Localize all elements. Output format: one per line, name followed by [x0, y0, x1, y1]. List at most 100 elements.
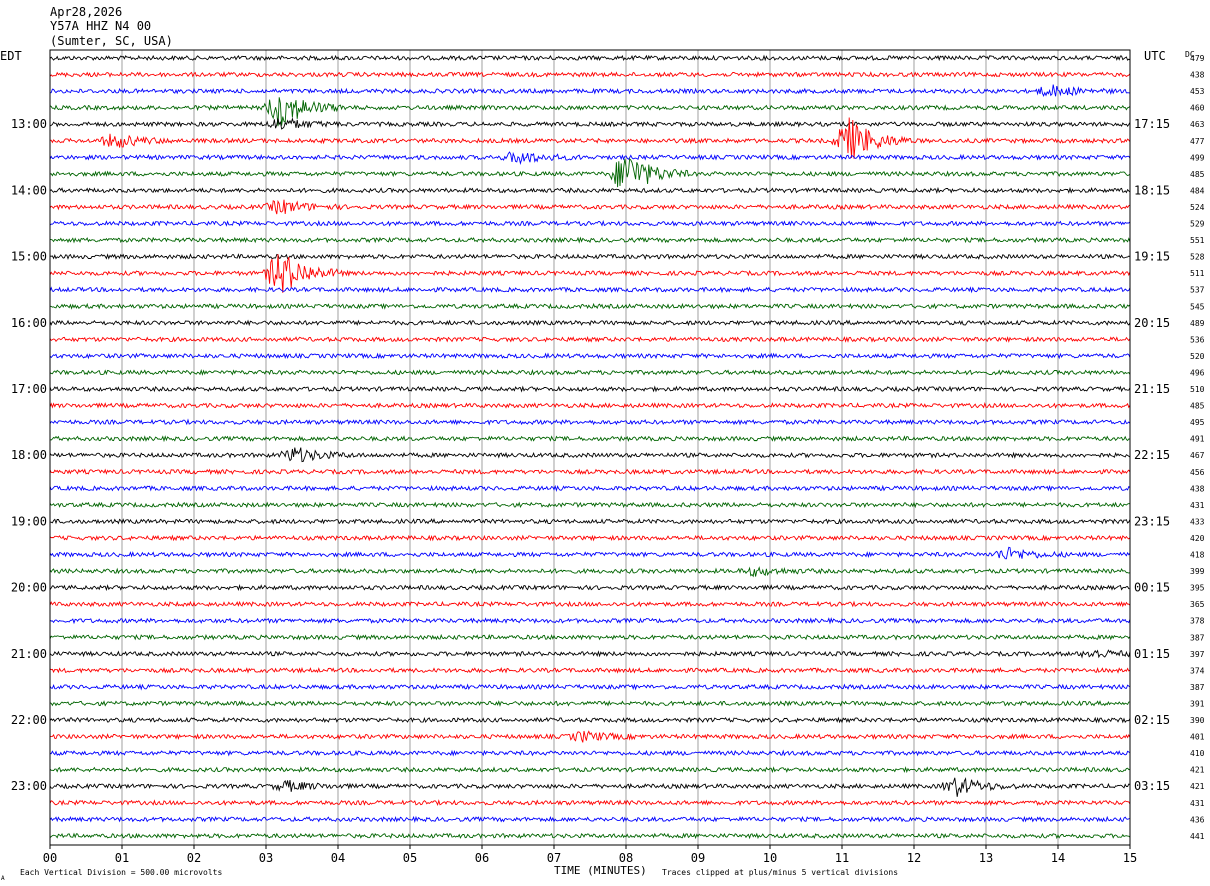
- dc-offset-label: 397: [1190, 650, 1205, 659]
- station-location: (Sumter, SC, USA): [50, 34, 173, 48]
- x-tick-label: 13: [979, 851, 993, 865]
- left-hour-label: 15:00: [11, 250, 47, 264]
- dc-offset-label: 477: [1190, 137, 1205, 146]
- trace-line: [49, 832, 1131, 840]
- dc-offset-label: 495: [1190, 418, 1205, 427]
- trace-line: [49, 157, 1131, 188]
- trace-line: [49, 447, 1131, 463]
- trace-line: [49, 286, 1131, 294]
- left-hour-label: 16:00: [11, 316, 47, 330]
- x-tick-label: 02: [187, 851, 201, 865]
- left-hour-label: 18:00: [11, 448, 47, 462]
- trace-line: [49, 236, 1131, 244]
- trace-line: [49, 700, 1131, 707]
- dc-offset-label: 456: [1190, 468, 1205, 477]
- left-hour-label: 21:00: [11, 647, 47, 661]
- left-hour-label: 14:00: [11, 183, 47, 197]
- left-timezone-label: EDT: [0, 49, 22, 63]
- dc-offset-label: 491: [1190, 435, 1205, 444]
- dc-offset-label: 441: [1190, 832, 1205, 841]
- dc-column-header: DC: [1185, 50, 1195, 59]
- right-hour-label: 22:15: [1134, 448, 1170, 462]
- dc-offset-label: 438: [1190, 484, 1205, 493]
- right-hour-label: 00:15: [1134, 581, 1170, 595]
- dc-offset-label: 395: [1190, 584, 1205, 593]
- x-tick-label: 10: [763, 851, 777, 865]
- dc-offset-label: 524: [1190, 203, 1205, 212]
- dc-offset-label: 410: [1190, 749, 1205, 758]
- left-hour-label: 17:00: [11, 382, 47, 396]
- trace-line: [49, 219, 1131, 228]
- x-tick-label: 07: [547, 851, 561, 865]
- dc-offset-label: 467: [1190, 451, 1205, 460]
- x-tick-label: 04: [331, 851, 345, 865]
- dc-offset-label: 391: [1190, 699, 1205, 708]
- x-tick-label: 01: [115, 851, 129, 865]
- corner-mark: A: [1, 875, 5, 882]
- dc-offset-label: 431: [1190, 501, 1205, 510]
- trace-line: [49, 418, 1131, 426]
- left-hour-label: 13:00: [11, 117, 47, 131]
- right-hour-label: 17:15: [1134, 117, 1170, 131]
- trace-line: [49, 633, 1131, 641]
- x-tick-label: 06: [475, 851, 489, 865]
- clip-note: Traces clipped at plus/minus 5 vertical …: [662, 868, 898, 877]
- trace-line: [49, 566, 1131, 578]
- right-hour-label: 21:15: [1134, 382, 1170, 396]
- trace-line: [49, 319, 1131, 327]
- right-hour-label: 20:15: [1134, 316, 1170, 330]
- x-tick-label: 09: [691, 851, 705, 865]
- chart-date: Apr28,2026: [50, 5, 122, 19]
- trace-line: [49, 368, 1131, 376]
- x-tick-label: 05: [403, 851, 417, 865]
- x-tick-label: 03: [259, 851, 273, 865]
- trace-line: [49, 186, 1131, 194]
- dc-offset-label: 510: [1190, 385, 1205, 394]
- dc-offset-label: 453: [1190, 87, 1205, 96]
- dc-offset-label: 378: [1190, 617, 1205, 626]
- right-hour-label: 02:15: [1134, 713, 1170, 727]
- dc-offset-label: 401: [1190, 733, 1205, 742]
- right-timezone-label: UTC: [1144, 49, 1166, 63]
- left-hour-label: 19:00: [11, 514, 47, 528]
- trace-line: [49, 617, 1131, 625]
- trace-line: [49, 683, 1131, 691]
- trace-line: [49, 600, 1131, 608]
- dc-offset-label: 528: [1190, 253, 1205, 262]
- x-tick-label: 14: [1051, 851, 1065, 865]
- trace-line: [49, 335, 1131, 343]
- dc-offset-label: 551: [1190, 236, 1205, 245]
- dc-offset-label: 399: [1190, 567, 1205, 576]
- minute-gridlines: [121, 50, 1059, 845]
- station-code: Y57A HHZ N4 00: [50, 19, 151, 33]
- dc-offset-label: 463: [1190, 120, 1205, 129]
- trace-line: [49, 468, 1131, 476]
- x-axis-ticks: 00 01 02 03 04 05 06 07 08 09 10 11 12 13 14 15: [43, 845, 1137, 865]
- helicorder-chart: 00 01 02 03 04 05 06 07 08 09 10 11 12 13 14 15 13:00 14…: [0, 5, 1205, 882]
- dc-offset-label: 374: [1190, 666, 1205, 675]
- left-hour-label: 20:00: [11, 581, 47, 595]
- dc-offset-label: 489: [1190, 319, 1205, 328]
- dc-offset-label: 433: [1190, 517, 1205, 526]
- right-hour-label: 01:15: [1134, 647, 1170, 661]
- trace-line: [49, 815, 1131, 824]
- seismic-traces: [49, 54, 1131, 840]
- trace-line: [49, 484, 1131, 492]
- dc-offset-label: 431: [1190, 799, 1205, 808]
- x-tick-label: 08: [619, 851, 633, 865]
- x-tick-label: 11: [835, 851, 849, 865]
- dc-offset-label: 536: [1190, 335, 1205, 344]
- left-hour-label: 22:00: [11, 713, 47, 727]
- dc-offset-label: 418: [1190, 551, 1205, 560]
- dc-offset-label: 485: [1190, 170, 1205, 179]
- dc-offset-label: 499: [1190, 153, 1205, 162]
- right-hour-label: 03:15: [1134, 779, 1170, 793]
- dc-offset-label: 460: [1190, 104, 1205, 113]
- trace-line: [49, 799, 1131, 807]
- dc-offset-label: 545: [1190, 302, 1205, 311]
- scale-note: Each Vertical Division = 500.00 microvol…: [20, 868, 222, 877]
- dc-offset-label: 421: [1190, 782, 1205, 791]
- trace-line: [49, 716, 1131, 724]
- dc-offset-label: 537: [1190, 286, 1205, 295]
- trace-line: [49, 385, 1131, 393]
